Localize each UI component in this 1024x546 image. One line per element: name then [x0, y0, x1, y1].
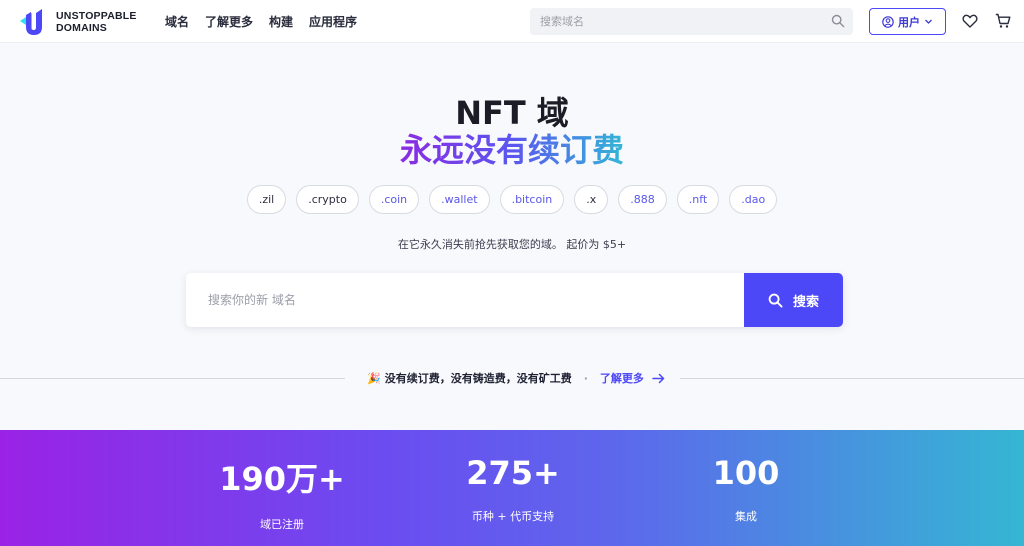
header-search: [530, 8, 853, 35]
hero-tagline: 在它永久消失前抢先获取您的域。 起价为 $5+: [397, 238, 627, 251]
nav-item-domains[interactable]: 域名: [165, 13, 189, 30]
tld-list: .zil .crypto .coin .wallet .bitcoin .x .…: [0, 185, 1024, 214]
search-icon: [768, 293, 783, 308]
hero-subtitle: 永远没有续订费: [0, 125, 1024, 171]
promo-text: 没有续订费，没有铸造费，没有矿工费: [384, 372, 572, 385]
search-button[interactable]: 搜索: [744, 273, 843, 327]
hero-subtitle-text: 永远没有续订费: [399, 131, 624, 169]
nav-item-apps[interactable]: 应用程序: [309, 13, 357, 30]
tld-chip-crypto[interactable]: .crypto: [296, 185, 359, 214]
divider: [680, 378, 1024, 379]
search-icon[interactable]: [831, 14, 845, 28]
stat-domains: 190万+ 域已注册: [182, 454, 382, 532]
stat-value: 100: [712, 454, 780, 492]
promo-banner: 🎉 没有续订费，没有铸造费，没有矿工费 · 了解更多: [367, 370, 665, 386]
cart-icon[interactable]: [995, 13, 1011, 29]
stat-label: 域已注册: [260, 518, 304, 531]
heart-icon[interactable]: [962, 13, 978, 29]
tld-chip-wallet[interactable]: .wallet: [429, 185, 490, 214]
tld-chip-888[interactable]: .888: [618, 185, 667, 214]
domain-search-input[interactable]: [186, 273, 744, 327]
separator: ·: [583, 371, 588, 385]
chevron-down-icon: [925, 19, 932, 24]
tld-chip-x[interactable]: .x: [574, 185, 609, 214]
header-search-input[interactable]: [530, 15, 820, 28]
nav-item-build[interactable]: 构建: [269, 13, 293, 30]
nav-item-learn[interactable]: 了解更多: [205, 13, 253, 30]
stat-label: 币种 + 代币支持: [471, 510, 555, 523]
top-nav-bar: UNSTOPPABLE DOMAINS 域名 了解更多 构建 应用程序 用户: [0, 0, 1024, 43]
brand-logo[interactable]: UNSTOPPABLE DOMAINS: [18, 7, 137, 37]
stat-integrations: 100 集成: [646, 454, 846, 524]
domain-search-box: 搜索: [186, 273, 843, 327]
arrow-right-icon: [652, 373, 665, 383]
stat-coins: 275+ 币种 + 代币支持: [413, 454, 613, 524]
brand-name: UNSTOPPABLE DOMAINS: [56, 10, 137, 34]
user-button-label: 用户: [898, 15, 920, 29]
unstoppable-logo-icon: [20, 9, 42, 35]
stat-value: 275+: [466, 454, 560, 492]
stat-value: 190万+: [219, 460, 345, 498]
tld-chip-dao[interactable]: .dao: [729, 185, 778, 214]
user-icon: [882, 15, 894, 28]
stat-label: 集成: [735, 510, 757, 523]
tld-chip-nft[interactable]: .nft: [676, 185, 720, 214]
search-button-label: 搜索: [792, 294, 819, 310]
tld-chip-coin[interactable]: .coin: [368, 185, 420, 214]
tld-chip-bitcoin[interactable]: .bitcoin: [499, 185, 565, 214]
user-menu-button[interactable]: 用户: [869, 8, 946, 35]
party-popper-icon: 🎉: [367, 371, 381, 385]
tld-chip-zil[interactable]: .zil: [246, 185, 287, 214]
learn-more-label: 了解更多: [599, 372, 644, 385]
stats-band: 190万+ 域已注册 275+ 币种 + 代币支持 100 集成: [0, 430, 1024, 546]
divider: [0, 378, 345, 379]
learn-more-link[interactable]: 了解更多: [600, 370, 665, 386]
main-nav: 域名 了解更多 构建 应用程序: [165, 13, 373, 30]
